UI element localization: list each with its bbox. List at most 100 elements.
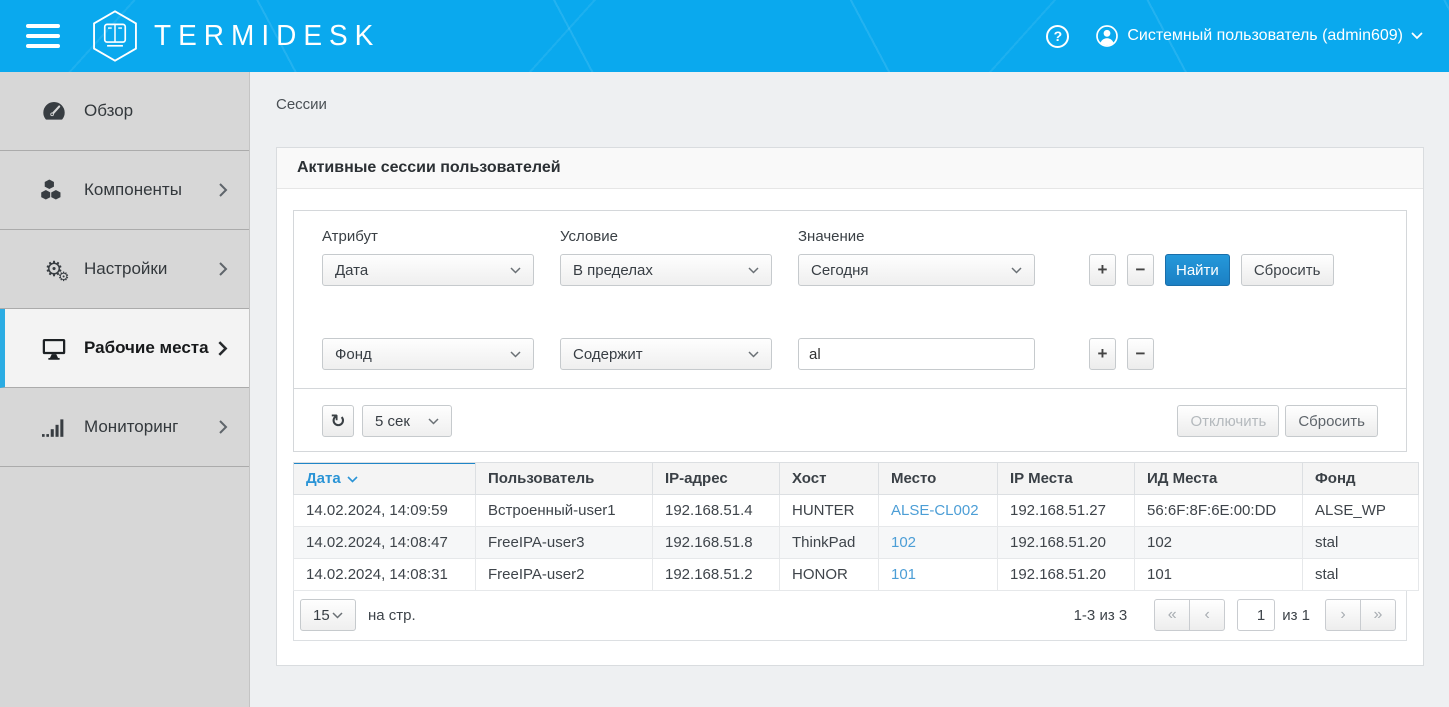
- reset-sessions-button[interactable]: Сбросить: [1285, 405, 1378, 437]
- active-sessions-card: Активные сессии пользователей Атрибут Да…: [276, 147, 1424, 666]
- app-logo: TERMIDESK: [90, 9, 380, 63]
- per-page-label: на стр.: [368, 607, 416, 624]
- disconnect-button[interactable]: Отключить: [1177, 405, 1279, 437]
- condition-select-2[interactable]: Содержит: [560, 338, 772, 370]
- column-header[interactable]: Пользователь: [476, 463, 653, 495]
- content-area: Сессии Активные сессии пользователей Атр…: [250, 72, 1449, 707]
- table-cell: 14.02.2024, 14:09:59: [294, 495, 476, 527]
- gears-icon: ⚙⚙: [36, 259, 72, 280]
- add-filter-button[interactable]: +: [1089, 338, 1116, 370]
- signal-bars-icon: [36, 415, 72, 439]
- sidebar-item-label: Настройки: [84, 259, 167, 279]
- table-row: 14.02.2024, 14:08:31FreeIPA-user2192.168…: [294, 559, 1419, 591]
- sidebar-item-overview[interactable]: Обзор: [0, 72, 249, 151]
- table-cell: 14.02.2024, 14:08:47: [294, 527, 476, 559]
- chevron-down-icon: [1411, 32, 1423, 40]
- page-size-select[interactable]: 15: [300, 599, 356, 631]
- add-filter-button[interactable]: +: [1089, 254, 1116, 286]
- column-header[interactable]: ИД Места: [1135, 463, 1303, 495]
- search-button[interactable]: Найти: [1165, 254, 1230, 286]
- workplace-link[interactable]: ALSE-CL002: [891, 502, 979, 519]
- user-avatar-icon: [1095, 24, 1119, 48]
- chevron-right-icon: [216, 339, 229, 358]
- column-header-sorted[interactable]: Дата: [294, 463, 476, 495]
- table-toolbar: ↻ 5 сек Отключить Сбросить: [294, 388, 1406, 451]
- value-select[interactable]: Сегодня: [798, 254, 1035, 286]
- table-header-row: ДатаПользовательIP-адресХостМестоIP Мест…: [294, 463, 1419, 495]
- sessions-table: ДатаПользовательIP-адресХостМестоIP Мест…: [293, 462, 1419, 591]
- logo-text: TERMIDESK: [154, 20, 380, 53]
- next-page-button[interactable]: ›: [1325, 599, 1361, 631]
- user-menu[interactable]: Системный пользователь (admin609): [1095, 24, 1423, 48]
- filter-panel: Атрибут Дата Условие В пределах: [293, 210, 1407, 452]
- condition-label: Условие: [560, 228, 772, 245]
- remove-filter-button[interactable]: −: [1127, 254, 1154, 286]
- table-cell: 101: [1135, 559, 1303, 591]
- table-row: 14.02.2024, 14:08:47FreeIPA-user3192.168…: [294, 527, 1419, 559]
- table-cell: 192.168.51.4: [653, 495, 780, 527]
- top-bar: TERMIDESK ? Системный пользователь (admi…: [0, 0, 1449, 72]
- attribute-select[interactable]: Дата: [322, 254, 534, 286]
- table-cell: 192.168.51.8: [653, 527, 780, 559]
- user-label: Системный пользователь (admin609): [1127, 27, 1403, 45]
- condition-select[interactable]: В пределах: [560, 254, 772, 286]
- sidebar-item-label: Обзор: [84, 101, 133, 121]
- column-header[interactable]: Место: [879, 463, 998, 495]
- column-header[interactable]: IP Места: [998, 463, 1135, 495]
- sidebar-item-workplaces[interactable]: Рабочие места: [0, 309, 249, 388]
- chevron-down-icon: [428, 418, 439, 425]
- chevron-right-icon: [217, 260, 229, 278]
- table-cell: stal: [1303, 527, 1419, 559]
- column-header[interactable]: Фонд: [1303, 463, 1419, 495]
- cubes-icon: [36, 176, 72, 204]
- prev-page-button[interactable]: ‹: [1189, 599, 1225, 631]
- table-cell: Встроенный-user1: [476, 495, 653, 527]
- help-icon[interactable]: ?: [1046, 25, 1069, 48]
- column-header[interactable]: IP-адрес: [653, 463, 780, 495]
- refresh-interval-select[interactable]: 5 сек: [362, 405, 452, 437]
- table-cell: stal: [1303, 559, 1419, 591]
- sidebar-item-settings[interactable]: ⚙⚙ Настройки: [0, 230, 249, 309]
- column-header[interactable]: Хост: [780, 463, 879, 495]
- sidebar-item-label: Мониторинг: [84, 417, 178, 437]
- session-table-body: 14.02.2024, 14:09:59Встроенный-user1192.…: [294, 495, 1419, 591]
- table-cell: 192.168.51.20: [998, 559, 1135, 591]
- sidebar-item-components[interactable]: Компоненты: [0, 151, 249, 230]
- chevron-down-icon: [510, 351, 521, 358]
- value-input[interactable]: [798, 338, 1035, 370]
- table-cell: HONOR: [780, 559, 879, 591]
- value-label: Значение: [798, 228, 1035, 245]
- table-row: 14.02.2024, 14:09:59Встроенный-user1192.…: [294, 495, 1419, 527]
- first-page-button[interactable]: «: [1154, 599, 1190, 631]
- last-page-button[interactable]: »: [1360, 599, 1396, 631]
- reset-filters-button[interactable]: Сбросить: [1241, 254, 1334, 286]
- workplace-link-cell: ALSE-CL002: [879, 495, 998, 527]
- chevron-right-icon: [217, 181, 229, 199]
- attribute-select-2[interactable]: Фонд: [322, 338, 534, 370]
- table-cell: HUNTER: [780, 495, 879, 527]
- workplace-link[interactable]: 102: [891, 534, 916, 551]
- sort-direction-icon: [347, 476, 358, 483]
- page-of-label: из 1: [1282, 607, 1310, 624]
- gauge-icon: [36, 98, 72, 125]
- table-footer: 15 на стр. 1-3 из 3 « ‹ из 1 ›: [293, 591, 1407, 641]
- refresh-button[interactable]: ↻: [322, 405, 354, 437]
- sidebar-item-label: Компоненты: [84, 180, 182, 200]
- remove-filter-button[interactable]: −: [1127, 338, 1154, 370]
- logo-hexagon-icon: [90, 9, 140, 63]
- hamburger-menu-icon[interactable]: [26, 24, 60, 48]
- table-cell: ALSE_WP: [1303, 495, 1419, 527]
- table-cell: FreeIPA-user2: [476, 559, 653, 591]
- chevron-down-icon: [332, 612, 343, 619]
- table-cell: 192.168.51.2: [653, 559, 780, 591]
- page-number-input[interactable]: [1237, 599, 1275, 631]
- chevron-down-icon: [1011, 267, 1022, 274]
- workplace-link-cell: 101: [879, 559, 998, 591]
- attribute-label: Атрибут: [322, 228, 534, 245]
- page-title: Активные сессии пользователей: [277, 148, 1423, 189]
- sidebar-item-monitoring[interactable]: Мониторинг: [0, 388, 249, 467]
- table-cell: 14.02.2024, 14:08:31: [294, 559, 476, 591]
- sidebar-item-label: Рабочие места: [84, 338, 209, 358]
- sidebar: Обзор Компоненты ⚙⚙ Настройк: [0, 72, 250, 707]
- workplace-link[interactable]: 101: [891, 566, 916, 583]
